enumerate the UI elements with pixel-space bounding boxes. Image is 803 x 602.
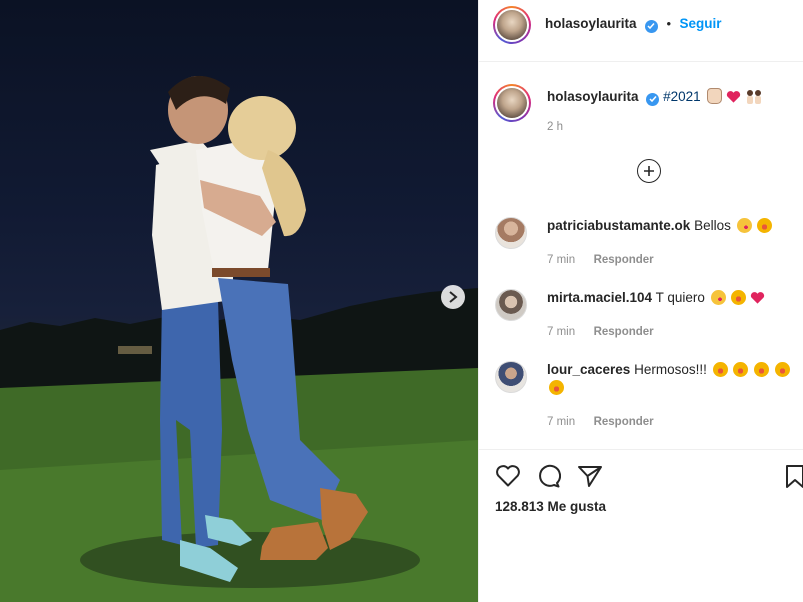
bookmark-icon	[786, 465, 803, 488]
comment-username[interactable]: mirta.maciel.104	[547, 290, 652, 305]
reply-button[interactable]: Responder	[594, 416, 654, 428]
hand-emoji-icon	[707, 88, 723, 104]
comment-body: patriciabustamante.ok Bellos	[547, 217, 797, 235]
comment-text: T quiero	[655, 290, 705, 305]
heart-icon	[496, 465, 520, 487]
share-icon	[578, 466, 602, 487]
reply-button[interactable]: Responder	[594, 326, 654, 338]
caption-text-line: holasoylaurita #2021	[547, 88, 763, 107]
commenter-avatar[interactable]	[495, 361, 527, 393]
star-eyes-emoji-icon	[733, 362, 749, 377]
comment-body: lour_caceres Hermosos!!!	[547, 361, 797, 397]
post-header: holasoylaurita • Seguir	[479, 0, 803, 62]
star-eyes-emoji-icon	[757, 218, 773, 233]
avatar-image	[497, 10, 527, 40]
caption-hashtag[interactable]: #2021	[663, 89, 701, 104]
commenter-avatar[interactable]	[495, 217, 527, 249]
load-more-comments-button[interactable]	[637, 159, 661, 183]
save-button[interactable]	[783, 464, 803, 490]
verified-badge-icon	[644, 19, 658, 33]
like-count[interactable]: 128.813 Me gusta	[495, 499, 606, 514]
like-button[interactable]	[495, 464, 521, 493]
kiss-emoji-icon	[710, 290, 726, 305]
author-username[interactable]: holasoylaurita	[545, 16, 637, 31]
comment-time: 7 min	[547, 254, 576, 266]
star-eyes-emoji-icon	[754, 362, 770, 377]
heart-emoji-icon	[726, 90, 741, 107]
star-eyes-emoji-icon	[549, 380, 564, 395]
plus-icon	[644, 166, 654, 176]
commenter-avatar[interactable]	[495, 289, 527, 321]
star-eyes-emoji-icon	[731, 290, 747, 305]
kiss-emoji-icon	[736, 218, 752, 233]
comment-username[interactable]: lour_caceres	[547, 362, 630, 377]
share-button[interactable]	[577, 464, 603, 493]
post-side-panel: holasoylaurita • Seguir holasoylaurita #…	[478, 0, 803, 602]
comment-button[interactable]	[535, 464, 562, 493]
caption-author-avatar[interactable]	[493, 84, 531, 122]
caption-username[interactable]: holasoylaurita	[547, 89, 639, 104]
author-avatar[interactable]	[493, 6, 531, 44]
header-user-line: holasoylaurita • Seguir	[545, 15, 721, 33]
star-eyes-emoji-icon	[774, 362, 790, 377]
avatar-image	[497, 88, 527, 118]
comment-meta: 7 min Responder	[547, 412, 654, 430]
comment-text: Hermosos!!!	[634, 362, 707, 377]
comment-meta: 7 min Responder	[547, 322, 654, 340]
separator-dot: •	[666, 16, 671, 31]
heart-emoji-icon	[750, 291, 765, 310]
comment-text: Bellos	[694, 218, 731, 233]
couple-emoji-icon	[745, 89, 763, 107]
post-photo[interactable]	[0, 0, 478, 602]
comment-time: 7 min	[547, 326, 576, 338]
star-eyes-emoji-icon	[712, 362, 728, 377]
next-photo-button[interactable]	[441, 285, 465, 309]
reply-button[interactable]: Responder	[594, 254, 654, 266]
comment-icon	[539, 464, 562, 488]
photo-scene	[0, 75, 478, 602]
comment-meta: 7 min Responder	[547, 250, 654, 268]
follow-button[interactable]: Seguir	[679, 16, 721, 31]
post-actions: 128.813 Me gusta	[479, 449, 803, 602]
comment-username[interactable]: patriciabustamante.ok	[547, 218, 690, 233]
comment-body: mirta.maciel.104 T quiero	[547, 289, 797, 310]
chevron-right-icon	[449, 291, 458, 303]
verified-badge-icon	[646, 92, 660, 106]
comment-time: 7 min	[547, 416, 576, 428]
caption-time: 2 h	[547, 121, 563, 133]
